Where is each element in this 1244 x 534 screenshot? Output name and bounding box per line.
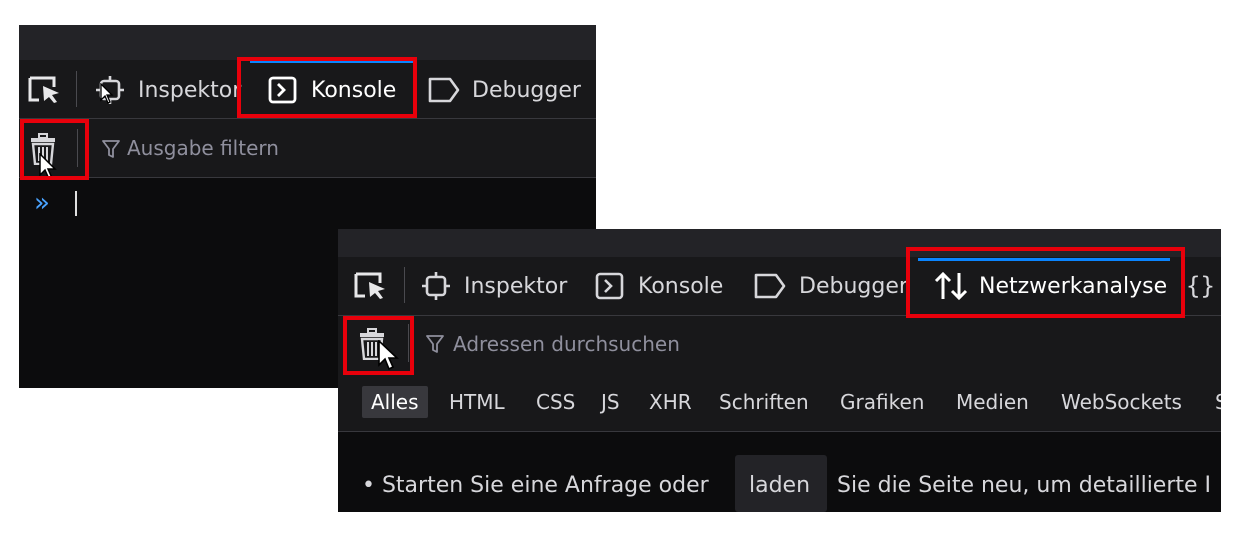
type-filter-css[interactable]: CSS: [536, 386, 575, 418]
type-filter-media[interactable]: Medien: [956, 386, 1029, 418]
tab-debugger-label[interactable]: Debugger: [799, 276, 908, 298]
type-filter-js[interactable]: JS: [601, 386, 620, 418]
console-input-caret[interactable]: [75, 191, 77, 216]
element-picker-icon[interactable]: [28, 76, 62, 104]
console-icon: [595, 272, 624, 300]
filter-icon: [426, 334, 444, 354]
tab-console-label[interactable]: Konsole: [638, 276, 723, 298]
type-filter-all[interactable]: Alles: [362, 386, 428, 418]
tab-style-editor-label[interactable]: {}: [1186, 274, 1215, 298]
inspector-icon: [422, 272, 450, 300]
type-filter-fonts[interactable]: Schriften: [719, 386, 809, 418]
console-prompt-icon: »: [34, 188, 50, 218]
request-type-filter-bar: Alles HTML CSS JS XHR Schriften Grafiken…: [338, 372, 1221, 432]
type-filter-more[interactable]: S: [1215, 386, 1221, 418]
window-titlebar: [19, 25, 596, 60]
filter-icon: [102, 139, 120, 159]
type-filter-images[interactable]: Grafiken: [840, 386, 924, 418]
reload-button-label[interactable]: laden: [749, 475, 810, 497]
type-filter-websockets[interactable]: WebSockets: [1061, 386, 1182, 418]
highlight-clear-button: [20, 119, 89, 180]
debugger-icon: [428, 77, 460, 103]
mouse-cursor-icon: [100, 82, 114, 105]
empty-state-message-continued: Sie die Seite neu, um detaillierte I: [837, 473, 1212, 498]
highlight-network-tab: [906, 247, 1185, 318]
debugger-icon: [754, 273, 786, 299]
network-toolbar: Adressen durchsuchen: [338, 316, 1221, 373]
tab-separator: [76, 71, 77, 107]
tab-inspector-label[interactable]: Inspektor: [464, 276, 567, 298]
tab-debugger-label[interactable]: Debugger: [472, 80, 581, 102]
type-filter-xhr[interactable]: XHR: [649, 386, 692, 418]
console-toolbar: Ausgabe filtern: [19, 119, 596, 180]
console-filter-input[interactable]: Ausgabe filtern: [127, 138, 279, 158]
highlight-console-tab: [237, 57, 417, 118]
tab-inspector-label[interactable]: Inspektor: [138, 80, 241, 102]
element-picker-icon[interactable]: [354, 272, 388, 300]
tab-separator: [404, 267, 405, 303]
highlight-clear-button: [343, 316, 414, 375]
empty-state-message: • Starten Sie eine Anfrage oder: [362, 473, 709, 498]
url-filter-input[interactable]: Adressen durchsuchen: [453, 334, 680, 354]
type-filter-html[interactable]: HTML: [449, 386, 505, 418]
